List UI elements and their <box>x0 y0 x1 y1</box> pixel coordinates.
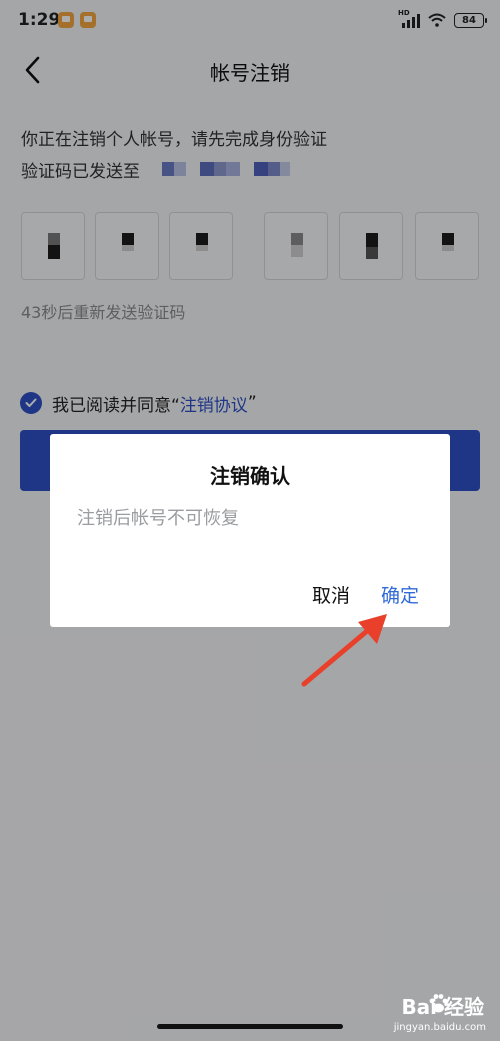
cancel-button[interactable]: 取消 <box>312 581 350 608</box>
watermark-url: jingyan.baidu.com <box>393 1022 486 1033</box>
annotation-arrow-icon <box>301 614 387 687</box>
baidu-jingyan-watermark: Bai 经验 jingyan.baidu.com <box>376 991 486 1035</box>
watermark-logo: Bai 经验 <box>401 995 484 1019</box>
confirm-dialog: 注销确认 注销后帐号不可恢复 取消 确定 <box>50 434 450 627</box>
dialog-title: 注销确认 <box>210 464 290 488</box>
dialog-message: 注销后帐号不可恢复 <box>77 508 239 529</box>
confirm-button[interactable]: 确定 <box>381 581 419 608</box>
home-indicator[interactable] <box>157 1024 343 1029</box>
